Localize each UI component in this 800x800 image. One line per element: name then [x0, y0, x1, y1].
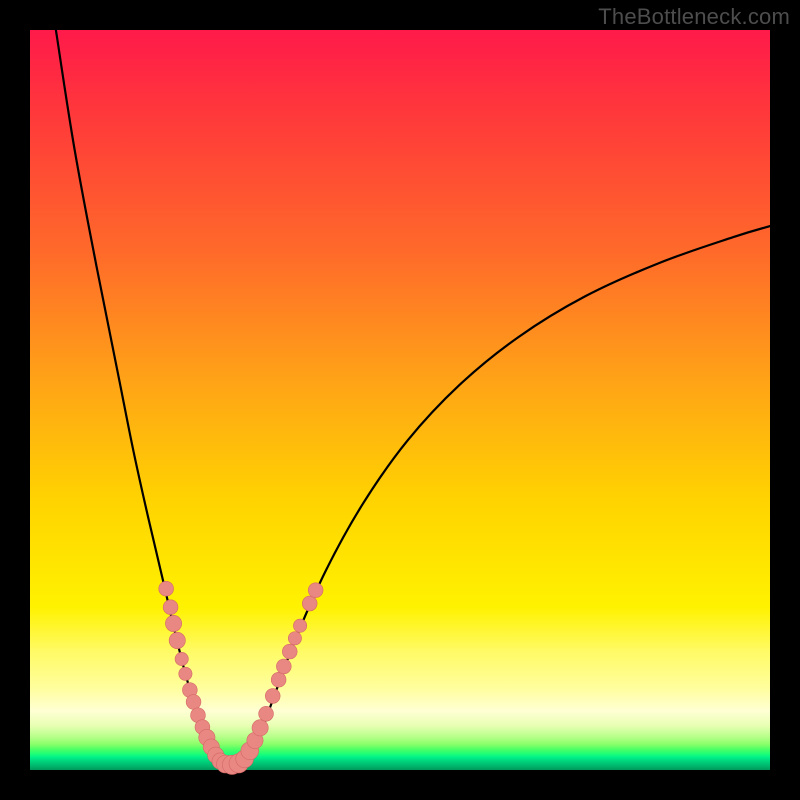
data-marker	[259, 706, 274, 721]
marker-group	[159, 581, 323, 774]
data-marker	[159, 581, 174, 596]
curve-right-branch	[247, 226, 770, 763]
data-marker	[265, 689, 280, 704]
watermark-text: TheBottleneck.com	[598, 4, 790, 30]
data-marker	[308, 583, 323, 598]
data-marker	[175, 652, 188, 665]
data-marker	[288, 632, 301, 645]
chart-frame: TheBottleneck.com	[0, 0, 800, 800]
data-marker	[282, 644, 297, 659]
data-marker	[302, 596, 317, 611]
data-marker	[271, 672, 286, 687]
data-marker	[163, 600, 178, 615]
data-marker	[276, 659, 291, 674]
data-marker	[186, 695, 201, 710]
chart-overlay	[30, 30, 770, 770]
data-marker	[165, 615, 181, 631]
data-marker	[179, 667, 192, 680]
plot-area	[30, 30, 770, 770]
curve-left-branch	[56, 30, 220, 766]
data-marker	[169, 632, 185, 648]
data-marker	[252, 720, 268, 736]
data-marker	[293, 619, 306, 632]
